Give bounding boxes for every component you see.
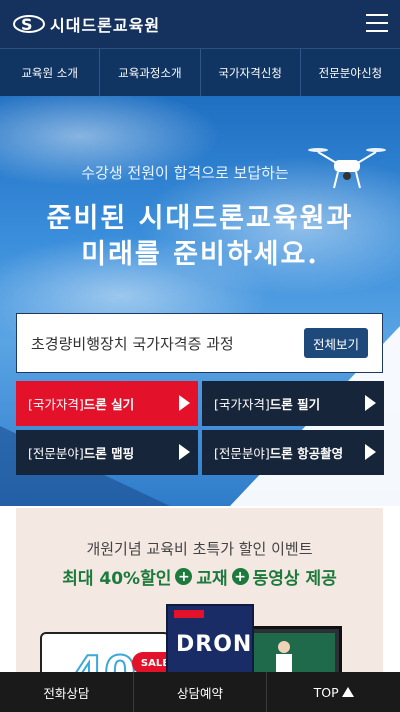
course-prefix: [전문분야] <box>28 446 84 461</box>
course-name: 드론 맵핑 <box>83 446 135 461</box>
plus-icon: + <box>231 568 249 585</box>
nav-item-courses[interactable]: 교육과정소개 <box>100 49 201 96</box>
course-prefix: [전문분야] <box>214 446 270 461</box>
promo-discount: 최대 40%할인 <box>62 569 172 589</box>
play-arrow-icon <box>365 395 376 411</box>
course-prefix: [국가자격] <box>214 397 270 412</box>
plus-icon: + <box>175 568 193 585</box>
promo-offer: 최대 40%할인 + 교재 + 동영상 제공 <box>16 564 383 589</box>
header: S 시대드론교육원 <box>0 0 400 48</box>
promo-video: 동영상 제공 <box>252 569 337 589</box>
course-name: 드론 필기 <box>269 397 321 412</box>
course-name: 드론 실기 <box>83 397 135 412</box>
course-name: 드론 항공촬영 <box>269 446 344 461</box>
promo-textbook: 교재 <box>196 569 228 589</box>
drone-icon <box>308 148 386 189</box>
course-button-aerial[interactable]: [전문분야] 드론 항공촬영 <box>202 430 384 475</box>
play-arrow-icon <box>365 444 376 460</box>
main-nav: 교육원 소개 교육과정소개 국가자격신청 전문분야신청 <box>0 48 400 96</box>
scroll-top-label: TOP <box>313 684 339 700</box>
play-arrow-icon <box>179 395 190 411</box>
promo-headline: 개원기념 교육비 초특가 할인 이벤트 <box>86 540 313 558</box>
play-arrow-icon <box>179 444 190 460</box>
course-search-box: 초경량비행장치 국가자격증 과정 전체보기 <box>16 313 383 373</box>
course-button-written[interactable]: [국가자격] 드론 필기 <box>202 381 384 426</box>
course-button-mapping[interactable]: [전문분야] 드론 맵핑 <box>16 430 198 475</box>
menu-icon[interactable] <box>366 14 388 32</box>
book-title: DRON <box>176 632 253 657</box>
logo-text: 시대드론교육원 <box>50 16 161 35</box>
hero-title-line2: 미래를 준비하세요. <box>81 239 319 270</box>
nav-item-about[interactable]: 교육원 소개 <box>0 49 101 96</box>
view-all-button[interactable]: 전체보기 <box>304 328 368 358</box>
arrow-up-icon <box>341 687 354 697</box>
reserve-consult-button[interactable]: 상담예약 <box>134 672 268 712</box>
course-button-practical[interactable]: [국가자격] 드론 실기 <box>16 381 198 426</box>
course-prefix: [국가자격] <box>28 397 84 412</box>
logo[interactable]: S 시대드론교육원 <box>12 12 160 36</box>
logo-icon: S <box>13 15 45 34</box>
svg-text:S: S <box>21 15 33 34</box>
nav-item-specialty[interactable]: 전문분야신청 <box>301 49 400 96</box>
textbook-image: DRON <box>166 604 254 678</box>
scroll-top-button[interactable]: TOP <box>267 672 400 712</box>
hero-title-line1: 준비된 시대드론교육원과 <box>46 203 354 234</box>
phone-consult-button[interactable]: 전화상담 <box>0 672 134 712</box>
nav-item-national-cert[interactable]: 국가자격신청 <box>201 49 301 96</box>
course-search-label: 초경량비행장치 국가자격증 과정 <box>31 334 234 353</box>
promo-banner[interactable]: 개원기념 교육비 초특가 할인 이벤트 최대 40%할인 + 교재 + 동영상 … <box>16 508 383 678</box>
bottom-action-bar: 전화상담 상담예약 TOP <box>0 672 400 712</box>
